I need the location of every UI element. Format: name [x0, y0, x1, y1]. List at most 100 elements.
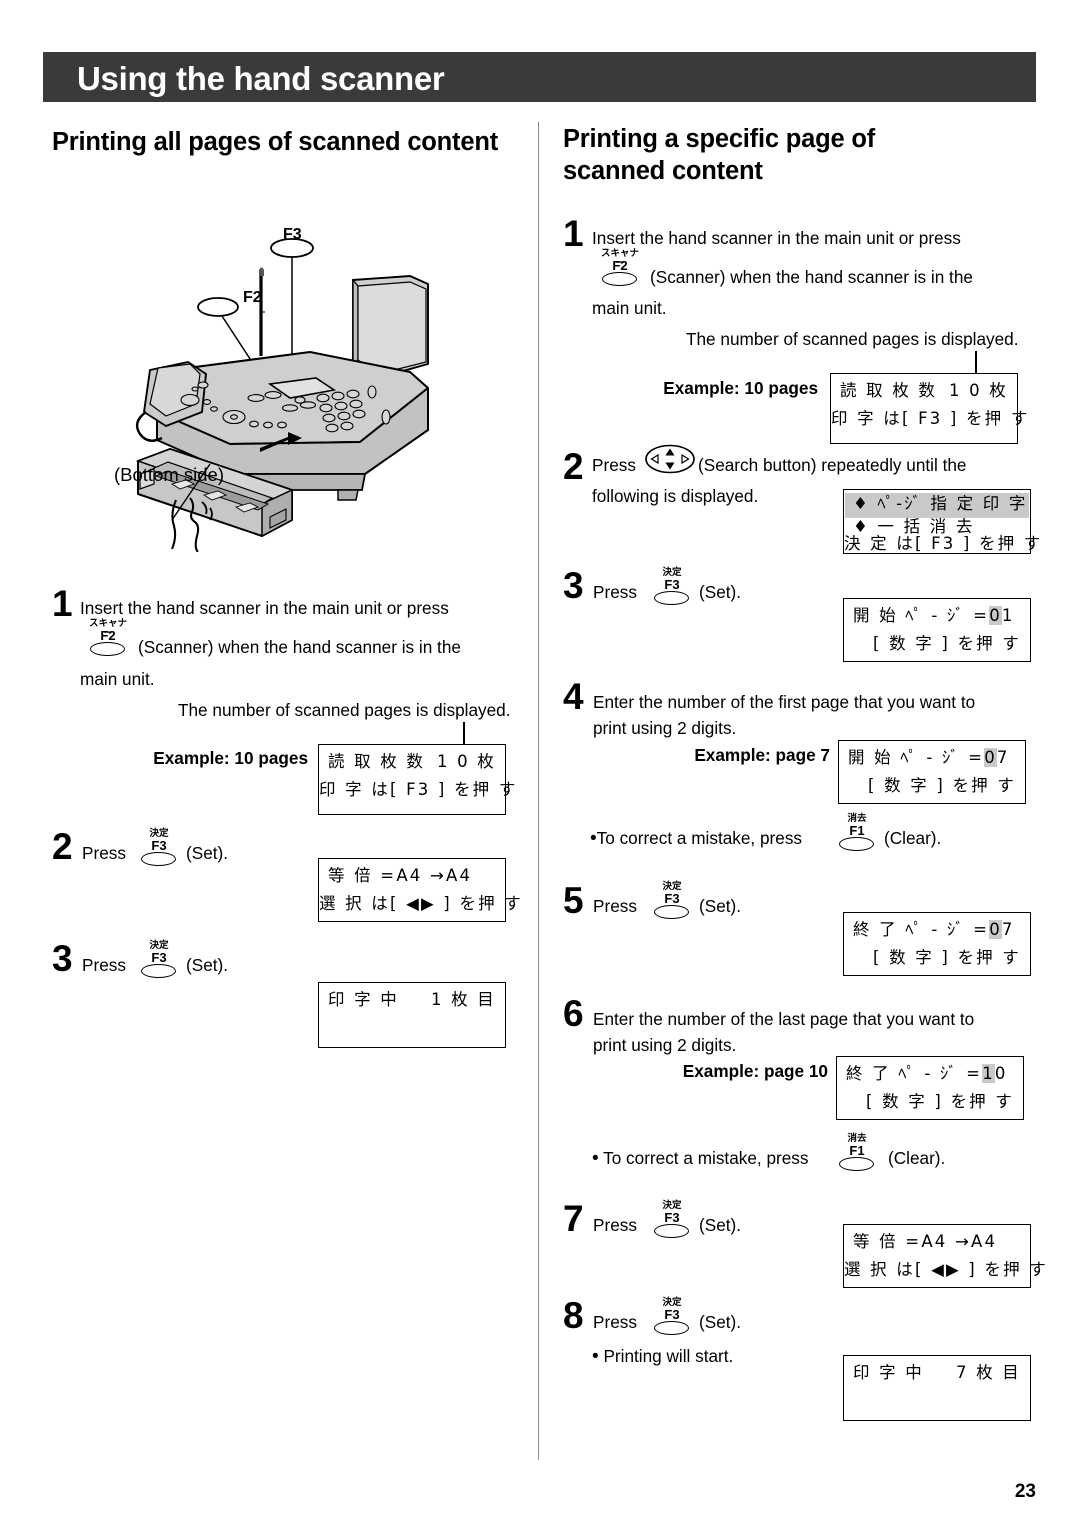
left-step-3-text-a: Press: [82, 955, 126, 975]
f3-key-label: F3: [664, 577, 680, 592]
right-step-7-text-b: (Set).: [699, 1215, 742, 1235]
key-oval-shape: [654, 1224, 689, 1238]
right-step-6-number: 6: [563, 993, 584, 1034]
lcd-line2-right: 選 択 は[ ◀▶ ] を押 す: [319, 894, 523, 913]
left-step-3-number: 3: [52, 938, 73, 979]
right-step-8-bullet: • Printing will start.: [592, 1346, 734, 1367]
f3-set-key-icon: 決定 F3: [137, 829, 181, 868]
right-step-5-lcd: 終 了 ﾍﾟ - ｼﾞ =07 [ 数 字 ] を押 す: [843, 912, 1031, 976]
lcd-line1-right: 1 枚 目: [431, 990, 496, 1009]
right-step-6-text-a: Enter the number of the last page that y…: [593, 1009, 975, 1029]
right-step-4-text-b: print using 2 digits.: [593, 718, 737, 738]
left-step-1-example-label: Example: 10 pages: [153, 748, 308, 768]
right-step-4-bullet-text-b: (Clear).: [884, 828, 942, 848]
f2-scanner-key-icon: スキャナー F2: [86, 619, 130, 658]
search-button-icon: [645, 444, 695, 474]
right-section-title: Printing a specific page of scanned cont…: [563, 125, 875, 185]
left-step-3-text-b: (Set).: [186, 955, 229, 975]
right-step-7-number: 7: [563, 1198, 584, 1239]
lcd-line1-rest: 7: [1001, 920, 1015, 939]
f3-set-key-icon: 決定 F3: [650, 1201, 694, 1240]
figure-label-bottom-side: (Bottom side): [114, 464, 225, 485]
right-step-3-number: 3: [563, 565, 584, 606]
key-oval-shape: [90, 642, 125, 656]
f3-key-label: F3: [151, 838, 167, 853]
lcd-line1: 開 始 ﾍﾟ - ｼﾞ =07: [839, 746, 1025, 770]
lcd-cursor-digit: 0: [989, 920, 1002, 939]
f2-key-label: F2: [612, 258, 628, 273]
page-number: 23: [1014, 1481, 1036, 1502]
right-step-8-text-a: Press: [593, 1312, 637, 1332]
lcd-line2-right: 選 択 は[ ◀▶ ] を押 す: [844, 1260, 1048, 1279]
right-step-1-example-label: Example: 10 pages: [663, 378, 818, 398]
key-oval-shape: [141, 964, 176, 978]
key-oval-shape: [839, 1157, 874, 1171]
right-step-3-lcd: 開 始 ﾍﾟ - ｼﾞ =01 [ 数 字 ] を押 す: [843, 598, 1031, 662]
figure-label-f3: F3: [283, 226, 302, 243]
left-step-1-lcd: 読 取 枚 数 1 0 枚 印 字 は[ F3 ] を押 す: [318, 744, 515, 815]
lcd-line2-right: [ 数 字 ] を押 す: [866, 1092, 1014, 1111]
lcd-line1-left: 等 倍 =A4 →A4: [853, 1232, 998, 1251]
lcd-line1: 終 了 ﾍﾟ - ｼﾞ =07: [844, 918, 1030, 942]
right-step-5-number: 5: [563, 880, 584, 921]
right-step-5-text-a: Press: [593, 896, 637, 916]
manual-page: Using the hand scanner Printing all page…: [0, 0, 1080, 1528]
right-step-6-example-label: Example: page 10: [682, 1061, 828, 1081]
page-title: Using the hand scanner: [77, 60, 445, 97]
right-step-7-lcd: 等 倍 =A4 →A4 選 択 は[ ◀▶ ] を押 す: [843, 1224, 1048, 1288]
f2-scanner-key-icon: スキャナー F2: [598, 249, 642, 288]
right-step-5-text-b: (Set).: [699, 896, 742, 916]
f3-key-label: F3: [151, 950, 167, 965]
right-step-2-text-c: following is displayed.: [592, 486, 759, 506]
lcd-line1-right: 1 0 枚: [949, 381, 1008, 400]
right-step-2-lcd: ♦ ﾍﾟ-ｼﾞ 指 定 印 字 ♦ 一 括 消 去 決 定 は[ F3 ] を押…: [843, 489, 1043, 554]
left-step-1-number: 1: [52, 583, 73, 624]
right-step-1-number: 1: [563, 213, 584, 254]
lcd-line3-right: 決 定 は[ F3 ] を押 す: [844, 534, 1043, 553]
lcd-line2-right: [ 数 字 ] を押 す: [873, 948, 1021, 967]
right-step-6-lcd: 終 了 ﾍﾟ - ｼﾞ =10 [ 数 字 ] を押 す: [836, 1056, 1024, 1120]
lcd-cursor-digit: 0: [989, 606, 1002, 625]
f3-set-key-icon: 決定 F3: [650, 1298, 694, 1337]
right-step-8-bullet-text: Printing will start.: [603, 1346, 734, 1366]
left-step-1-text-a: Insert the hand scanner in the main unit…: [80, 598, 449, 618]
lcd-line1-left: 等 倍 =A4 →A4: [328, 866, 473, 885]
lcd-line1-rest: 0: [994, 1064, 1008, 1083]
lcd-cursor-digit: 1: [982, 1064, 995, 1083]
right-step-7-text-a: Press: [593, 1215, 637, 1235]
right-step-4-text-a: Enter the number of the first page that …: [593, 692, 976, 712]
lcd-line1: 終 了 ﾍﾟ - ｼﾞ =10: [837, 1062, 1023, 1086]
f1-clear-key-icon: 消去 F1: [835, 814, 879, 853]
right-step-4-lcd: 開 始 ﾍﾟ - ｼﾞ =07 [ 数 字 ] を押 す: [838, 740, 1026, 804]
f1-key-label: F1: [849, 1143, 865, 1158]
right-step-1-lcd: 読 取 枚 数 1 0 枚 印 字 は[ F3 ] を押 す: [830, 373, 1030, 444]
right-step-2-text-a: Press: [592, 455, 636, 475]
lcd-line2-right: [ 数 字 ] を押 す: [868, 776, 1016, 795]
lcd-line1-prefix: 終 了 ﾍﾟ - ｼﾞ =: [846, 1064, 983, 1083]
f3-key-label: F3: [664, 1210, 680, 1225]
f3-set-key-icon: 決定 F3: [137, 941, 181, 980]
left-step-1-text-c: main unit.: [80, 669, 155, 689]
lcd-line1-rest: 1: [1001, 606, 1015, 625]
lcd-line1-prefix: 終 了 ﾍﾟ - ｼﾞ =: [853, 920, 990, 939]
key-oval-shape: [141, 852, 176, 866]
lcd-line2-right: 印 字 は[ F3 ] を押 す: [831, 409, 1030, 428]
right-step-1-text-a: Insert the hand scanner in the main unit…: [592, 228, 961, 248]
left-step-3-lcd: 印 字 中 1 枚 目: [318, 982, 506, 1048]
lcd-line2-right: [ 数 字 ] を押 す: [873, 634, 1021, 653]
left-section-title: Printing all pages of scanned content: [52, 128, 498, 156]
right-step-1-text-b: (Scanner) when the hand scanner is in th…: [650, 267, 973, 287]
column-divider: [538, 122, 539, 1460]
key-oval-shape: [602, 272, 637, 286]
right-step-8-lcd: 印 字 中 7 枚 目: [843, 1355, 1031, 1421]
right-step-8-number: 8: [563, 1295, 584, 1336]
fax-machine-illustration: [135, 238, 429, 552]
right-step-6-bullet-text-b: (Clear).: [888, 1148, 946, 1168]
right-step-8-text-b: (Set).: [699, 1312, 742, 1332]
right-step-6-bullet-text-a: To correct a mistake, press: [603, 1148, 809, 1168]
f2-key-label: F2: [100, 628, 116, 643]
lcd-line1-right: 7 枚 目: [956, 1363, 1021, 1382]
lcd-cursor-digit: 0: [984, 748, 997, 767]
lcd-line1-prefix: 開 始 ﾍﾟ - ｼﾞ =: [853, 606, 990, 625]
key-oval-shape: [839, 837, 874, 851]
